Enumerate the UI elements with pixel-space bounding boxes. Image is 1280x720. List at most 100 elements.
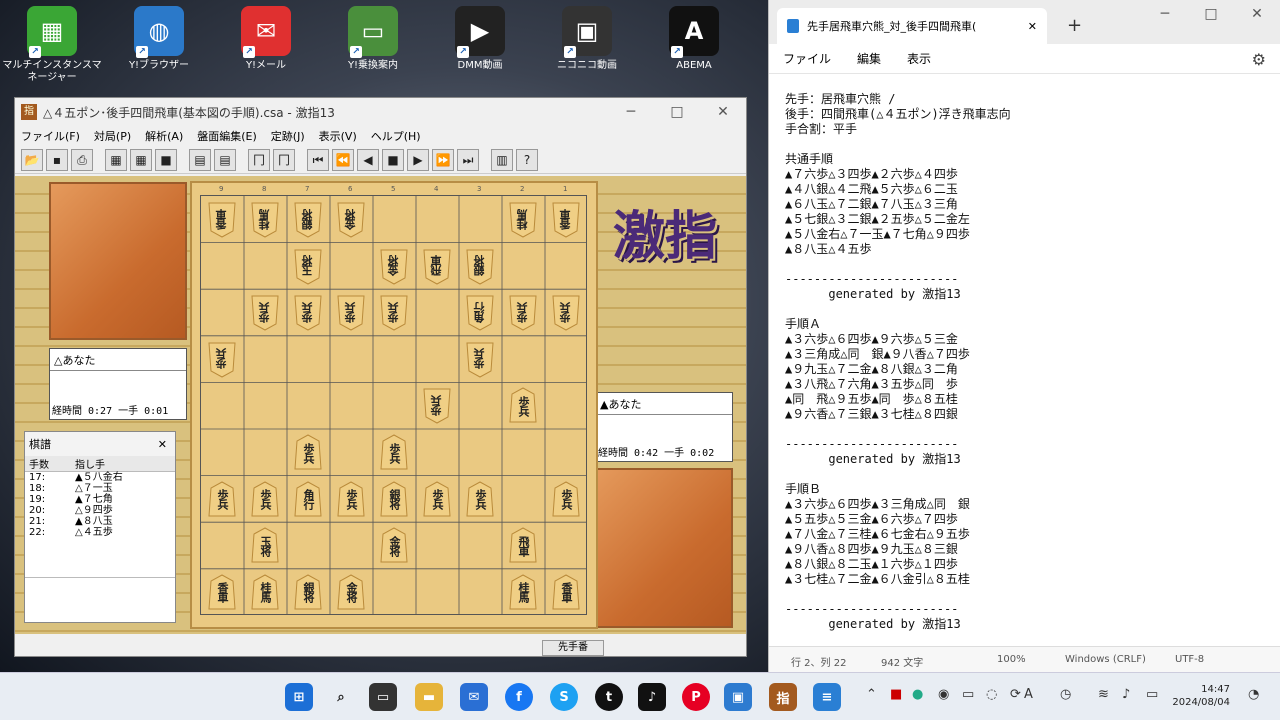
tray-drive-icon[interactable]: ▭ (962, 687, 974, 702)
sente-piece[interactable]: 香車 (551, 574, 581, 611)
stop-icon[interactable]: ■ (382, 148, 404, 171)
menu-edit[interactable]: 盤面編集(E) (197, 128, 257, 144)
maximize-button[interactable]: □ (654, 104, 700, 120)
tumblr-icon[interactable]: t (595, 683, 623, 711)
close-icon[interactable]: ✕ (158, 438, 167, 451)
desktop-icon[interactable]: ▦ ↗ マルチインスタンスマネージャー (0, 6, 104, 84)
tiktok-icon[interactable]: ♪ (638, 683, 666, 711)
np-menu-view[interactable]: 表示 (907, 50, 931, 67)
kifu-row[interactable]: 17: ▲５八金右 (25, 472, 175, 483)
kifu-row[interactable]: 22: △４五歩 (25, 527, 175, 538)
desktop-icon[interactable]: ✉ ↗ Y!メール (214, 6, 318, 72)
gote-piece[interactable]: 歩兵 (379, 294, 409, 331)
board-icon[interactable]: ▦ (105, 148, 127, 171)
start-icon[interactable]: ⊞ (285, 683, 313, 711)
desktop-icon[interactable]: ◍ ↗ Y!ブラウザー (107, 6, 211, 72)
search-icon[interactable]: ⌕ (327, 683, 355, 711)
forward10-icon[interactable]: ⏩ (432, 148, 454, 171)
board2-icon[interactable]: ▦ (130, 148, 152, 171)
notepad-taskbar-icon[interactable]: ≡ (813, 683, 841, 711)
zoom-level[interactable]: 100% (997, 654, 1026, 665)
tray-chevron-icon[interactable]: ⌃ (866, 687, 877, 702)
first-move-icon[interactable]: ⏮ (307, 148, 329, 171)
mail-icon[interactable]: ✉ (460, 683, 488, 711)
sente-piece[interactable]: 飛車 (508, 527, 538, 564)
volume-icon[interactable]: ♪ (1122, 687, 1130, 702)
kifu-row[interactable]: 21: ▲８八玉 (25, 516, 175, 527)
gote-piece[interactable]: 飛車 (422, 248, 452, 285)
gote-piece[interactable]: 歩兵 (508, 294, 538, 331)
minimize-button[interactable]: ─ (608, 104, 654, 120)
kifu-panel[interactable]: 棋譜 ✕ 手数 指し手 17: ▲５八金右 18: △７一玉 19: ▲７七角 20: △９四歩 2… (24, 431, 176, 623)
tray-app2-icon[interactable]: ● (912, 687, 923, 702)
gote-piece[interactable]: 歩兵 (422, 387, 452, 424)
sente-piece[interactable]: 銀将 (293, 574, 323, 611)
undo-icon[interactable]: ▤ (189, 148, 211, 171)
menu-view[interactable]: 表示(V) (319, 128, 357, 144)
tray-app-icon[interactable]: ■ (890, 687, 902, 702)
sente-piece[interactable]: 歩兵 (551, 481, 581, 518)
gote-piece[interactable]: 香車 (551, 201, 581, 238)
kifu-row[interactable]: 18: △７一玉 (25, 483, 175, 494)
gear-icon[interactable]: ⚙ (1252, 50, 1266, 69)
menu-file[interactable]: ファイル(F) (21, 128, 80, 144)
np-maximize-button[interactable]: □ (1188, 6, 1234, 22)
shogi-board[interactable]: 987654321 香車 桂馬 銀将 金将 桂馬 香車 玉将 金将 飛車 銀将 歩兵 歩兵 歩兵 歩兵 角行… (190, 181, 598, 629)
menu-help[interactable]: ヘルプ(H) (371, 128, 421, 144)
help-icon[interactable]: ? (516, 148, 538, 171)
gekisashi-taskbar-icon[interactable]: 指 (769, 683, 797, 711)
gote-piece[interactable]: 歩兵 (551, 294, 581, 331)
forward-icon[interactable]: ▶ (407, 148, 429, 171)
sente-piece[interactable]: 歩兵 (293, 434, 323, 471)
skype-icon[interactable]: S (550, 683, 578, 711)
gote-piece[interactable]: 歩兵 (465, 341, 495, 378)
gote-piece[interactable]: 香車 (207, 201, 237, 238)
encoding[interactable]: UTF-8 (1175, 654, 1204, 665)
kifu-comment-area[interactable] (25, 577, 175, 623)
kifu-icon[interactable]: 冂 (248, 148, 270, 171)
desktop-icon[interactable]: ▭ ↗ Y!乗換案内 (321, 6, 425, 72)
notepad-tab[interactable]: 先手居飛車穴熊_対_後手四間飛車(✕ (777, 8, 1047, 44)
gote-piece[interactable]: 金将 (379, 248, 409, 285)
redo-icon[interactable]: ▤ (214, 148, 236, 171)
menu-joseki[interactable]: 定跡(J) (271, 128, 305, 144)
gote-piece[interactable]: 銀将 (465, 248, 495, 285)
gray-icon[interactable]: ■ (155, 148, 177, 171)
app-icon-blue[interactable]: ▣ (724, 683, 752, 711)
sente-piece[interactable]: 玉将 (250, 527, 280, 564)
back10-icon[interactable]: ⏪ (332, 148, 354, 171)
tray-sync-icon[interactable]: ⟳ (1010, 687, 1021, 702)
facebook-icon[interactable]: f (505, 683, 533, 711)
kifu-row[interactable]: 20: △９四歩 (25, 505, 175, 516)
board-grid[interactable]: 香車 桂馬 銀将 金将 桂馬 香車 玉将 金将 飛車 銀将 歩兵 歩兵 歩兵 歩兵 角行 歩兵 歩兵 歩兵 歩兵 歩兵… (200, 195, 587, 615)
window-icon[interactable]: ▥ (491, 148, 513, 171)
line-ending[interactable]: Windows (CRLF) (1065, 654, 1146, 665)
ime-indicator[interactable]: A (1024, 687, 1033, 702)
np-minimize-button[interactable]: ─ (1142, 6, 1188, 22)
game-titlebar[interactable]: 指 △４五ポン･後手四間飛車(基本図の手順).csa - 激指13 ─ □ ✕ (15, 98, 746, 126)
gote-piece[interactable]: 歩兵 (250, 294, 280, 331)
gote-piece[interactable]: 桂馬 (250, 201, 280, 238)
gote-piece[interactable]: 金将 (336, 201, 366, 238)
menu-game[interactable]: 対局(P) (94, 128, 131, 144)
sente-piece[interactable]: 歩兵 (250, 481, 280, 518)
pinterest-icon[interactable]: P (682, 683, 710, 711)
desktop-icon[interactable]: ▣ ↗ ニコニコ動画 (535, 6, 639, 72)
kifu-row[interactable]: 19: ▲７七角 (25, 494, 175, 505)
tab-close-icon[interactable]: ✕ (1028, 20, 1037, 33)
gote-piece[interactable]: 桂馬 (508, 201, 538, 238)
battery-icon[interactable]: ▭ (1146, 687, 1158, 702)
gote-piece[interactable]: 銀将 (293, 201, 323, 238)
sente-piece[interactable]: 香車 (207, 574, 237, 611)
np-menu-edit[interactable]: 編集 (857, 50, 881, 67)
np-close-button[interactable]: ✕ (1234, 6, 1280, 22)
last-move-icon[interactable]: ⏭ (457, 148, 479, 171)
close-button[interactable]: ✕ (700, 104, 746, 120)
sente-piece[interactable]: 歩兵 (508, 387, 538, 424)
gote-piece[interactable]: 歩兵 (207, 341, 237, 378)
gote-piece[interactable]: 歩兵 (293, 294, 323, 331)
sente-piece[interactable]: 歩兵 (422, 481, 452, 518)
desktop-icon[interactable]: ▶ ↗ DMM動画 (428, 6, 532, 72)
print-icon[interactable]: ⎙ (71, 148, 93, 171)
desktop-icon[interactable]: A ↗ ABEMA (642, 6, 746, 72)
